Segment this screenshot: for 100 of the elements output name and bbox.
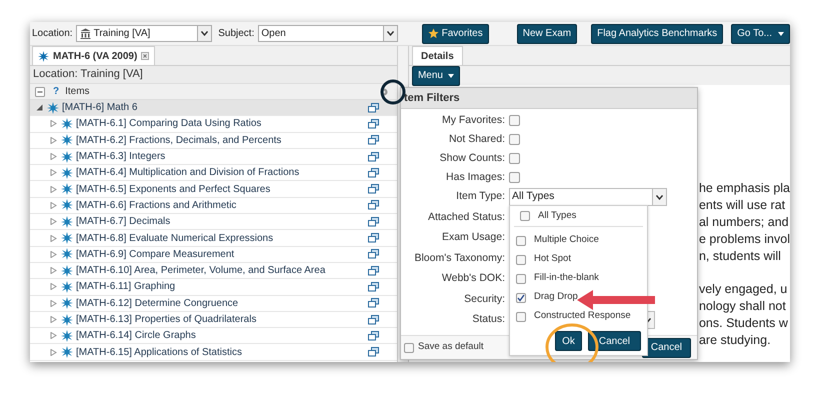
type-option-label[interactable]: Hot Spot (534, 252, 571, 267)
dropdown-caret-icon (201, 31, 208, 36)
expander-icon[interactable] (50, 300, 57, 307)
starburst-icon (61, 118, 73, 130)
help-mark[interactable]: ? (53, 84, 60, 99)
expander-icon[interactable] (50, 283, 57, 290)
filter-label: Item Type: (455, 189, 505, 204)
location-select[interactable]: Training [VA] (76, 25, 212, 42)
type-option-label[interactable]: All Types (538, 208, 576, 224)
windows-icon[interactable] (368, 152, 379, 162)
location-value: Training [VA] (94, 27, 152, 41)
windows-icon[interactable] (368, 330, 379, 341)
save-default-label: Save as default (418, 340, 484, 354)
toolbar-button[interactable]: New Exam (516, 24, 578, 44)
expander-icon[interactable] (50, 202, 57, 209)
checkbox[interactable] (509, 134, 520, 145)
checkbox[interactable] (516, 236, 526, 246)
close-icon[interactable] (141, 52, 150, 60)
tree-item-label[interactable]: [MATH-6.12] Determine Congruence (76, 296, 238, 311)
expander-icon[interactable] (50, 218, 57, 226)
expander-icon[interactable] (50, 348, 57, 356)
expander-icon[interactable] (50, 316, 57, 323)
ok-button[interactable]: Ok (555, 331, 582, 351)
windows-icon[interactable] (368, 249, 379, 260)
filter-label: Security: (463, 292, 505, 307)
windows-icon[interactable] (368, 102, 379, 113)
tree-item-label[interactable]: [MATH-6.11] Graphing (76, 279, 176, 294)
select-field[interactable]: All Types (509, 188, 667, 206)
windows-icon[interactable] (368, 233, 379, 244)
tree-item-label[interactable]: [MATH-6.13] Properties of Quadrilaterals (76, 312, 256, 327)
checkbox[interactable] (516, 292, 526, 302)
checkbox[interactable] (509, 115, 520, 126)
subject-select[interactable]: Open (258, 25, 398, 42)
type-option-label[interactable]: Multiple Choice (534, 233, 599, 248)
checkbox[interactable] (509, 172, 520, 183)
filter-label: My Favorites: (440, 112, 505, 128)
windows-icon[interactable] (368, 314, 379, 324)
toolbar-button[interactable]: Go To... (731, 24, 790, 44)
windows-icon[interactable] (368, 118, 379, 129)
checkbox[interactable] (520, 211, 530, 221)
checkbox[interactable] (516, 254, 526, 264)
subject-value: Open (260, 27, 287, 41)
tree-item-label[interactable]: [MATH-6.15] Applications of Statistics (76, 344, 242, 360)
windows-icon[interactable] (368, 282, 379, 292)
tree-item-label[interactable]: [MATH-6.7] Decimals (76, 214, 170, 230)
collapse-icon[interactable] (35, 86, 45, 96)
checkbox[interactable] (516, 274, 526, 284)
expander-icon[interactable] (50, 169, 57, 176)
caret-icon (448, 74, 454, 78)
toolbar-button[interactable]: Favorites (422, 24, 489, 44)
expander-icon[interactable] (36, 104, 43, 112)
type-option-label[interactable]: Drag Drop (534, 290, 578, 305)
tree-item-label[interactable]: [MATH-6.6] Fractions and Arithmetic (76, 198, 236, 213)
details-tab[interactable]: Details (412, 46, 463, 65)
tree-item-label[interactable]: [MATH-6.10] Area, Perimeter, Volume, and Surface Area (76, 263, 326, 278)
tree-item-label[interactable]: [MATH-6.1] Comparing Data Using Ratios (76, 116, 262, 132)
select-value: All Types (511, 189, 556, 204)
expander-icon[interactable] (50, 136, 57, 144)
windows-icon[interactable] (368, 266, 379, 276)
tree-item-label[interactable]: [MATH-6.14] Circle Graphs (76, 328, 196, 344)
details-text-line: ents will use rat (698, 197, 786, 214)
windows-icon[interactable] (368, 216, 379, 227)
details-text-line: vely engaged, u (698, 281, 788, 298)
location-text: Location: Training [VA] (33, 67, 143, 82)
windows-icon[interactable] (368, 347, 379, 358)
starburst-icon (61, 183, 73, 196)
menu-button[interactable]: Menu (412, 66, 460, 86)
windows-icon[interactable] (368, 184, 379, 194)
windows-icon[interactable] (368, 200, 379, 210)
tree-item-label[interactable]: [MATH-6.9] Compare Measurement (76, 246, 234, 262)
expander-icon[interactable] (50, 186, 57, 193)
star-icon (428, 28, 439, 39)
starburst-icon (61, 166, 73, 179)
checkbox[interactable] (516, 312, 526, 322)
expander-icon[interactable] (50, 250, 57, 258)
tree-item-label[interactable]: [MATH-6.2] Fractions, Decimals, and Percents (76, 132, 282, 148)
tree-item-label[interactable]: [MATH-6.8] Evaluate Numerical Expressions (76, 230, 274, 246)
tree-item-label[interactable]: [MATH-6.5] Exponents and Perfect Squares (76, 182, 270, 197)
type-option-label[interactable]: Fill-in-the-blank (534, 271, 599, 286)
checkbox[interactable] (404, 342, 414, 352)
expander-icon[interactable] (50, 153, 57, 160)
windows-icon[interactable] (368, 298, 379, 308)
details-text-line: he emphasis pla (698, 180, 790, 197)
checkbox[interactable] (509, 153, 520, 164)
type-option-label[interactable]: Constructed Response (534, 309, 631, 324)
expander-icon[interactable] (50, 120, 57, 128)
windows-icon[interactable] (368, 135, 379, 146)
windows-icon[interactable] (368, 168, 379, 178)
tab-label: MATH-6 (VA 2009) (53, 50, 138, 64)
toolbar-button[interactable]: Flag Analytics Benchmarks (591, 24, 724, 44)
filter-label: Attached Status: (426, 210, 505, 225)
tree-item-label[interactable]: [MATH-6] Math 6 (62, 100, 138, 116)
expander-icon[interactable] (50, 234, 57, 242)
dropdown-caret-icon (656, 194, 663, 200)
expander-icon[interactable] (50, 332, 57, 340)
expander-icon[interactable] (50, 267, 57, 274)
cancel-button[interactable]: Cancel (588, 331, 641, 351)
tree-item-label[interactable]: [MATH-6.4] Multiplication and Division of Fractions (76, 165, 300, 180)
document-tab[interactable]: MATH-6 (VA 2009) (32, 46, 156, 65)
tree-item-label[interactable]: [MATH-6.3] Integers (76, 149, 166, 164)
